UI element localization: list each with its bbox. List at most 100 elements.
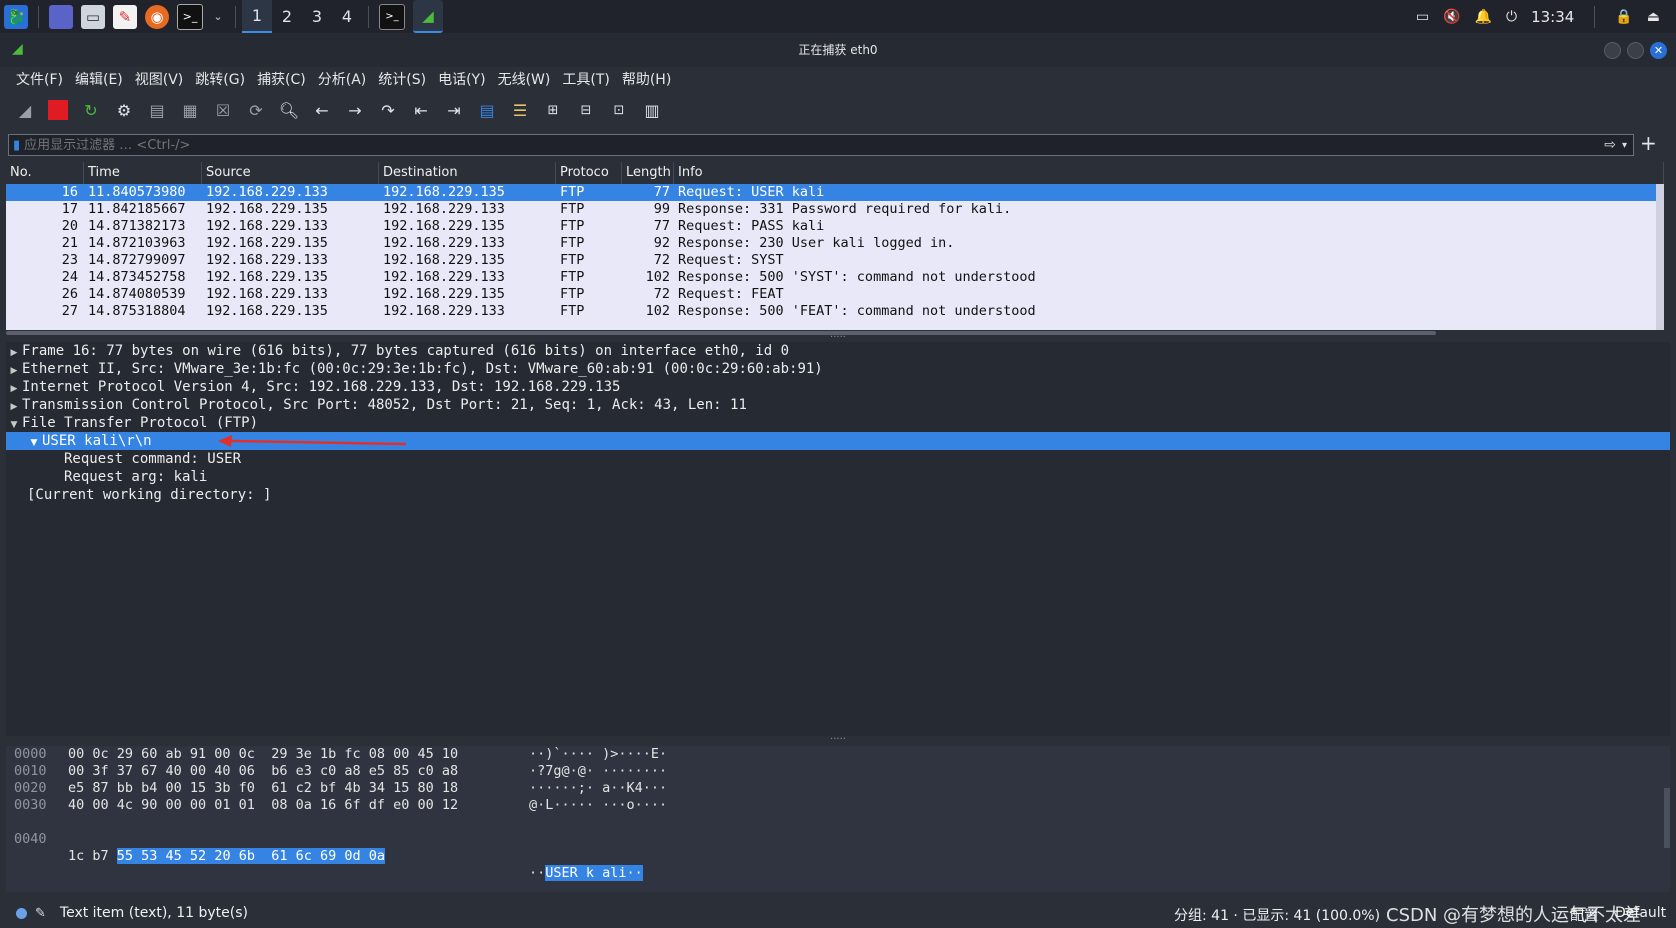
packet-row[interactable]: 17 11.842185667 192.168.229.135 192.168.229… [6, 201, 1664, 218]
chevron-down-icon[interactable]: ⌄ [211, 5, 225, 29]
go-forward-icon[interactable]: → [340, 96, 370, 124]
detail-frame[interactable]: ▶ Frame 16: 77 bytes on wire (616 bits), … [6, 342, 1670, 360]
packet-row[interactable]: 16 11.840573980 192.168.229.133 192.168.229… [6, 184, 1664, 201]
menu-statistics[interactable]: 统计(S) [372, 69, 432, 89]
resize-columns-icon[interactable]: ▥ [637, 96, 667, 124]
bytes-row[interactable]: 0000 00 0c 29 60 ab 91 00 0c 29 3e 1b fc … [6, 746, 1670, 763]
apply-filter-icon[interactable]: ⇨ [1604, 137, 1616, 153]
menu-go[interactable]: 跳转(G) [189, 69, 251, 89]
detail-request-arg-text: Request arg: kali [64, 469, 208, 485]
packet-row[interactable]: 23 14.872799097 192.168.229.133 192.168.229… [6, 252, 1664, 269]
workspace-2[interactable]: 2 [272, 0, 302, 33]
stop-capture-icon[interactable] [43, 96, 73, 124]
workspace-3[interactable]: 3 [302, 0, 332, 33]
menu-edit[interactable]: 编辑(E) [69, 69, 129, 89]
save-file-icon[interactable]: ▦ [175, 96, 205, 124]
add-filter-button[interactable]: + [1640, 131, 1657, 155]
first-packet-icon[interactable]: ⇤ [406, 96, 436, 124]
scrollbar-thumb[interactable] [6, 331, 1436, 335]
detail-ftp[interactable]: ▼ File Transfer Protocol (FTP) [6, 414, 1670, 432]
packet-list-scrollbar[interactable] [1656, 184, 1664, 330]
menu-analyze[interactable]: 分析(A) [312, 69, 373, 89]
last-packet-icon[interactable]: ⇥ [439, 96, 469, 124]
zoom-out-icon[interactable]: ⊟ [571, 96, 601, 124]
menu-tools[interactable]: 工具(T) [556, 69, 615, 89]
detail-ip[interactable]: ▶ Internet Protocol Version 4, Src: 192.1… [6, 378, 1670, 396]
start-capture-icon[interactable]: ◢ [10, 96, 40, 124]
column-protocol[interactable]: Protoco [556, 162, 622, 184]
menu-help[interactable]: 帮助(H) [616, 69, 677, 89]
bytes-row[interactable]: 0030 40 00 4c 90 00 00 01 01 08 0a 16 6f … [6, 797, 1670, 814]
go-back-icon[interactable]: ← [307, 96, 337, 124]
power-icon[interactable]: ⏻ [1506, 9, 1517, 25]
wireshark-window-icon[interactable]: ◢ [413, 0, 443, 33]
splitter-handle[interactable]: ····· [0, 735, 1676, 745]
logout-icon[interactable]: ⏏ [1647, 9, 1660, 25]
close-button[interactable]: ✕ [1650, 42, 1667, 59]
capture-comment-icon[interactable]: ✎ [35, 906, 46, 921]
detail-ethernet[interactable]: ▶ Ethernet II, Src: VMware_3e:1b:fc (00:0… [6, 360, 1670, 378]
packet-row[interactable]: 26 14.874080539 192.168.229.133 192.168.229… [6, 286, 1664, 303]
column-no[interactable]: No. [6, 162, 84, 184]
menu-capture[interactable]: 捕获(C) [251, 69, 312, 89]
bytes-hex: 40 00 4c 90 00 00 01 01 08 0a 16 6f df e… [68, 797, 459, 813]
bytes-row[interactable]: 0020 e5 87 bb b4 00 15 3b f0 61 c2 bf 4b … [6, 780, 1670, 797]
terminal-icon[interactable]: >_ [177, 3, 203, 30]
autoscroll-icon[interactable]: ▤ [472, 96, 502, 124]
packet-row[interactable]: 20 14.871382173 192.168.229.133 192.168.229… [6, 218, 1664, 235]
menu-file[interactable]: 文件(F) [10, 69, 69, 89]
status-bar: ✎ Text item (text), 11 byte(s) 分组: 41 · … [0, 898, 1676, 928]
expert-info-icon[interactable] [16, 907, 27, 919]
colorize-icon[interactable]: ☰ [505, 96, 535, 124]
normal-size-icon[interactable]: ⊡ [604, 96, 634, 124]
column-info[interactable]: Info [674, 162, 1664, 184]
workspace-1[interactable]: 1 [242, 0, 272, 33]
packet-row[interactable]: 21 14.872103963 192.168.229.135 192.168.229… [6, 235, 1664, 252]
open-file-icon[interactable]: ▤ [142, 96, 172, 124]
bytes-scrollbar[interactable] [1664, 788, 1670, 848]
bytes-ascii-highlight: USER k ali·· [545, 865, 643, 881]
menu-view[interactable]: 视图(V) [129, 69, 190, 89]
filter-dropdown-icon[interactable]: ▾ [1622, 140, 1627, 151]
menu-wireless[interactable]: 无线(W) [492, 69, 557, 89]
column-length[interactable]: Length [622, 162, 674, 184]
desktop-icon[interactable] [49, 4, 73, 29]
file-manager-icon[interactable]: ▭ [81, 4, 105, 29]
close-file-icon[interactable]: ☒ [208, 96, 238, 124]
volume-muted-icon[interactable]: 🔇 [1443, 9, 1460, 25]
detail-request-command[interactable]: Request command: USER [6, 450, 1670, 468]
kali-menu-icon[interactable]: 🐉 [4, 4, 28, 29]
zoom-in-icon[interactable]: ⊞ [538, 96, 568, 124]
minimize-button[interactable] [1604, 42, 1621, 59]
splitter-handle[interactable]: ····· [0, 333, 1676, 343]
clock[interactable]: 13:34 [1531, 8, 1574, 26]
detail-request-arg[interactable]: Request arg: kali [6, 468, 1670, 486]
terminal-window-icon[interactable]: >_ [379, 3, 405, 30]
display-icon[interactable]: ▭ [1416, 9, 1429, 25]
packet-row[interactable]: 24 14.873452758 192.168.229.135 192.168.229… [6, 269, 1664, 286]
cell-time: 14.874080539 [88, 286, 186, 302]
capture-options-icon[interactable]: ⚙ [109, 96, 139, 124]
detail-cwd[interactable]: [Current working directory: ] [6, 486, 1670, 504]
reload-file-icon[interactable]: ⟳ [241, 96, 271, 124]
bytes-row[interactable]: 0040 1c b7 55 53 45 52 20 6b 61 6c 69 0d… [6, 814, 1670, 881]
bookmark-icon[interactable]: ▮ [13, 138, 20, 153]
lock-icon[interactable]: 🔒 [1615, 9, 1632, 25]
notification-bell-icon[interactable]: 🔔 [1475, 9, 1492, 25]
column-destination[interactable]: Destination [379, 162, 556, 184]
display-filter-input[interactable] [20, 136, 1605, 154]
menu-telephony[interactable]: 电话(Y) [432, 69, 491, 89]
text-editor-icon[interactable]: ✎ [113, 4, 137, 29]
restart-capture-icon[interactable]: ↻ [76, 96, 106, 124]
detail-tcp[interactable]: ▶ Transmission Control Protocol, Src Port… [6, 396, 1670, 414]
workspace-4[interactable]: 4 [332, 0, 362, 33]
maximize-button[interactable] [1627, 42, 1644, 59]
column-time[interactable]: Time [84, 162, 202, 184]
packet-row[interactable]: 27 14.875318804 192.168.229.135 192.168.229… [6, 303, 1664, 320]
bytes-offset: 0000 [14, 746, 47, 762]
firefox-icon[interactable]: ◉ [145, 4, 169, 29]
column-source[interactable]: Source [202, 162, 379, 184]
bytes-row[interactable]: 0010 00 3f 37 67 40 00 40 06 b6 e3 c0 a8 … [6, 763, 1670, 780]
go-to-packet-icon[interactable]: ↷ [373, 96, 403, 124]
search-icon[interactable]: 🔍︎ [274, 96, 304, 124]
